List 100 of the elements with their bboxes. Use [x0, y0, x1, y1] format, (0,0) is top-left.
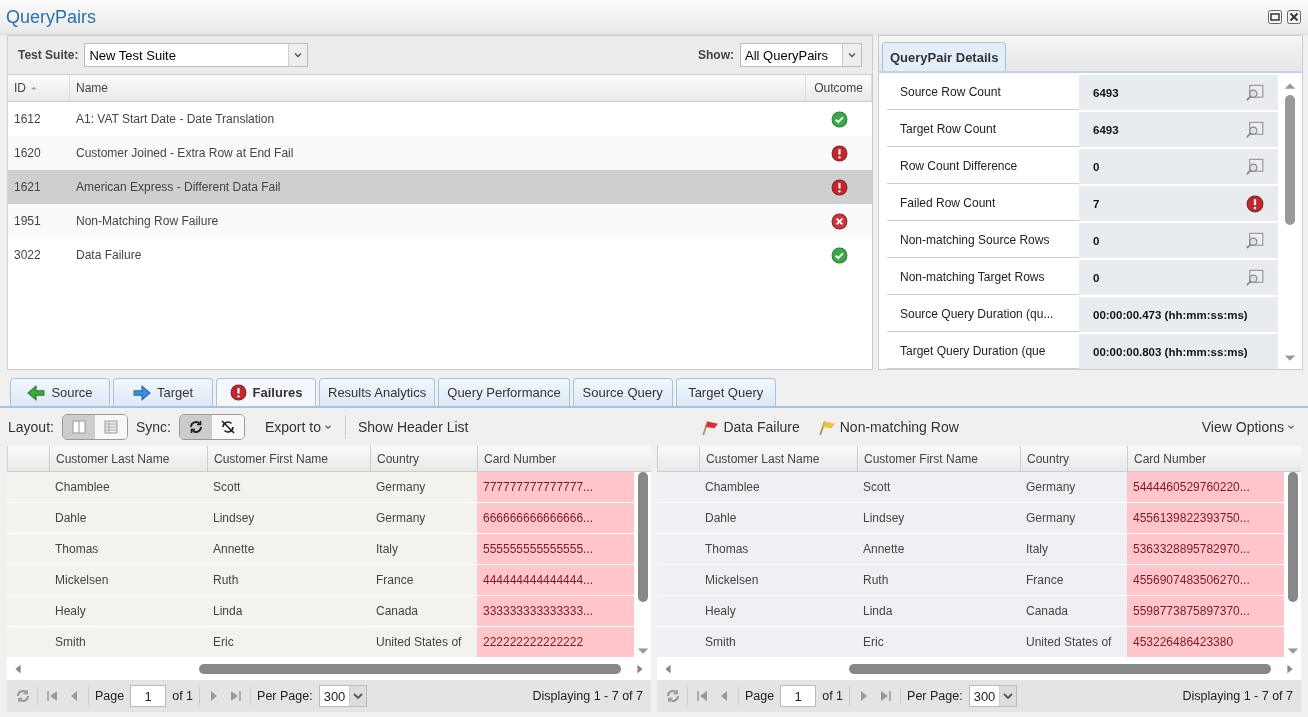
column-header[interactable]: Outcome — [806, 75, 872, 101]
list-row[interactable]: 1951 Non-Matching Row Failure — [8, 204, 872, 238]
detail-value: 0 — [1079, 260, 1278, 295]
table-cell-text: Ruth — [862, 572, 890, 589]
table-cell: 777777777777777... — [477, 472, 634, 502]
grid-layout-button[interactable] — [94, 415, 127, 439]
table-cell: 555555555555555... — [477, 534, 634, 564]
per-page-dropdown[interactable]: 300 — [318, 685, 368, 707]
table-cell-text: Scott — [212, 479, 242, 496]
sync-off-button[interactable] — [211, 415, 244, 439]
tab[interactable]: Source — [10, 378, 110, 406]
table-cell-text: Data Failure — [75, 248, 143, 262]
table-cell-text: Thomas — [704, 541, 750, 558]
refresh-icon[interactable] — [665, 688, 681, 704]
table-cell-text: Eric — [862, 634, 885, 651]
table-cell-text: Dahle — [54, 510, 88, 527]
legend-label: Data Failure — [723, 419, 800, 435]
column-header[interactable]: Country — [1020, 446, 1127, 471]
toolbar-label: Layout: — [8, 419, 54, 435]
page-count: of 1 — [822, 689, 844, 703]
export-button[interactable]: Export to — [260, 419, 337, 435]
scroll-thumb[interactable] — [637, 472, 648, 602]
magnifier-icon[interactable] — [1245, 157, 1264, 176]
table-cell-text: 1621 — [13, 180, 42, 194]
table-cell-text: Canada — [1025, 603, 1070, 620]
magnifier-icon[interactable] — [1245, 83, 1264, 102]
display-status: Displaying 1 - 7 of 7 — [1182, 689, 1293, 703]
list-row[interactable]: 3022 Data Failure — [8, 238, 872, 272]
refresh-icon[interactable] — [15, 688, 31, 704]
magnifier-icon[interactable] — [1245, 231, 1264, 250]
scroll-thumb[interactable] — [199, 664, 621, 674]
columns-icon — [70, 419, 87, 435]
first-page-icon[interactable] — [694, 688, 710, 704]
detail-value: 6493 — [1079, 75, 1278, 110]
column-header[interactable]: Customer Last Name — [49, 446, 207, 471]
table-cell: 222222222222222 — [477, 627, 634, 657]
column-header[interactable]: Country — [370, 446, 477, 471]
table-cell-text: Dahle — [704, 510, 738, 527]
table-cell-text: 3022 — [13, 248, 42, 262]
table-cell-text: Italy — [1025, 541, 1049, 558]
page-field[interactable]: 1 — [780, 685, 817, 707]
table-cell-text: Mickelsen — [704, 572, 760, 589]
toolbar-label: Sync: — [135, 419, 171, 435]
detail-value: 7 — [1079, 186, 1278, 221]
side-by-side-button[interactable] — [62, 415, 95, 439]
table-cell-text: Customer Joined - Extra Row at End Fail — [75, 146, 295, 160]
table-cell-text: United States of — [375, 634, 463, 651]
legend-label: Non-matching Row — [839, 419, 959, 435]
show-header-list-button[interactable]: Show Header List — [354, 419, 473, 435]
page-label: Page — [95, 689, 125, 703]
table-cell-text: France — [1025, 572, 1065, 589]
page-label: Page — [745, 689, 775, 703]
table-cell-text: Germany — [1025, 510, 1077, 527]
dropdown[interactable]: New Test Suite — [84, 43, 309, 67]
table-cell: 444444444444444... — [477, 565, 634, 595]
column-header[interactable]: Name — [70, 75, 806, 101]
column-header[interactable]: Card Number — [1127, 446, 1301, 471]
page-field[interactable]: 1 — [130, 685, 167, 707]
scroll-thumb[interactable] — [1287, 472, 1298, 602]
per-page-dropdown[interactable]: 300 — [968, 685, 1018, 707]
display-status: Displaying 1 - 7 of 7 — [532, 689, 643, 703]
list-row[interactable]: 1621 American Express - Different Data Fail — [8, 170, 872, 204]
detail-value: 6493 — [1079, 112, 1278, 147]
restore-icon[interactable] — [1267, 9, 1283, 25]
column-header[interactable]: ID — [8, 75, 70, 101]
magnifier-icon[interactable] — [1245, 120, 1264, 139]
table-cell-text: Annette — [862, 541, 906, 558]
magnifier-icon[interactable] — [1245, 268, 1264, 287]
tab[interactable]: Source Query — [572, 378, 673, 406]
table-cell-text: Annette — [212, 541, 256, 558]
dropdown[interactable]: All QueryPairs — [740, 43, 862, 67]
table-cell-text: Smith — [54, 634, 87, 651]
tab[interactable]: Failures — [216, 378, 316, 406]
view-options-button[interactable]: View Options — [1197, 419, 1300, 435]
column-header[interactable]: Card Number — [477, 446, 651, 471]
table-cell-text: Germany — [375, 510, 427, 527]
close-icon[interactable] — [1286, 9, 1302, 25]
list-row[interactable]: 1612 A1: VAT Start Date - Date Translation — [8, 102, 872, 136]
detail-value: 0 — [1079, 149, 1278, 184]
first-page-icon[interactable] — [44, 688, 60, 704]
tab[interactable]: Query Performance — [438, 378, 570, 406]
scroll-thumb[interactable] — [1285, 95, 1295, 225]
table-cell-text: Linda — [212, 603, 244, 620]
tab[interactable]: Results Analytics — [319, 378, 436, 406]
tab[interactable]: Target — [113, 378, 213, 406]
table-cell-text: Thomas — [54, 541, 100, 558]
sync-button[interactable] — [179, 415, 212, 439]
table-cell-text: Eric — [212, 634, 235, 651]
table-cell-text: Mickelsen — [54, 572, 110, 589]
table-cell: 333333333333333... — [477, 596, 634, 626]
table-cell-text: Non-Matching Row Failure — [75, 214, 220, 228]
per-page-label: Per Page: — [257, 689, 313, 703]
column-header[interactable]: Customer First Name — [857, 446, 1020, 471]
tab[interactable]: Target Query — [675, 378, 776, 406]
column-header[interactable]: Customer Last Name — [699, 446, 857, 471]
sync-off-icon — [219, 419, 236, 435]
details-tab[interactable]: QueryPair Details — [882, 42, 1007, 71]
column-header[interactable]: Customer First Name — [207, 446, 370, 471]
list-row[interactable]: 1620 Customer Joined - Extra Row at End Fail — [8, 136, 872, 170]
scroll-thumb[interactable] — [849, 664, 1271, 674]
